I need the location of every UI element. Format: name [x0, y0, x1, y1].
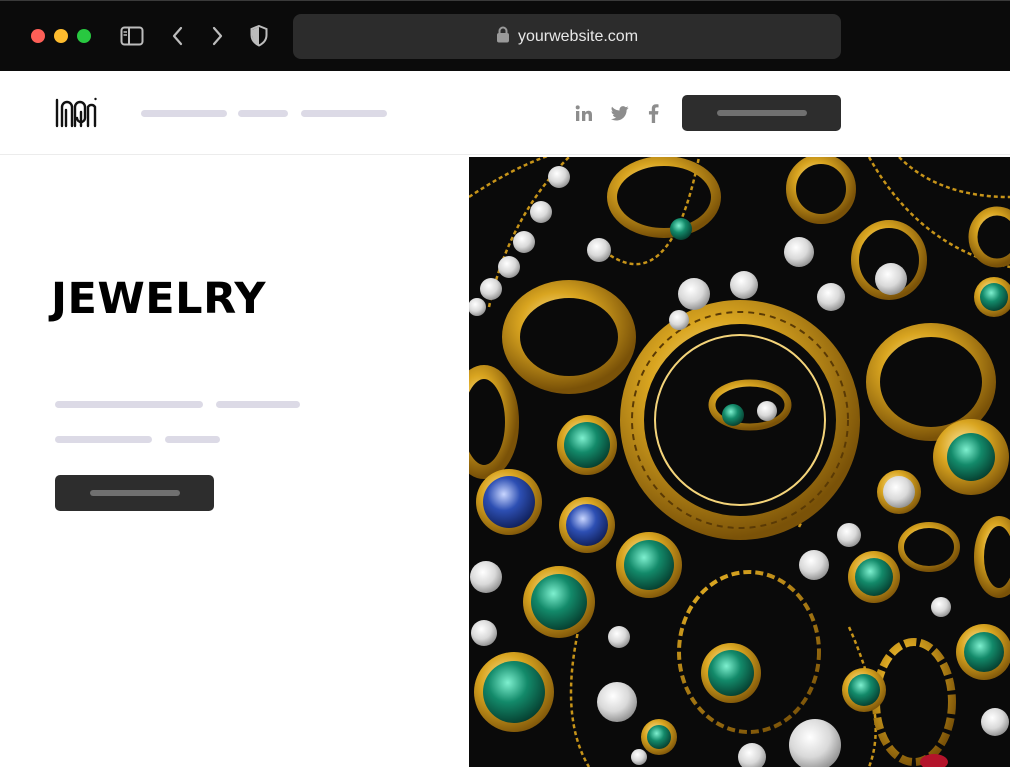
- text-line-placeholder: [216, 401, 300, 408]
- browser-toolbar: yourwebsite.com: [0, 0, 1010, 71]
- site-header: [0, 71, 1010, 155]
- maximize-window-button[interactable]: [77, 29, 91, 43]
- shield-icon[interactable]: [246, 24, 272, 48]
- linkedin-icon[interactable]: [573, 101, 595, 125]
- close-window-button[interactable]: [31, 29, 45, 43]
- logo[interactable]: [54, 96, 97, 135]
- text-line-placeholder: [55, 436, 152, 443]
- url-text: yourwebsite.com: [517, 27, 639, 45]
- minimize-window-button[interactable]: [54, 29, 68, 43]
- button-label-placeholder: [716, 110, 807, 116]
- forward-icon[interactable]: [204, 24, 230, 48]
- nav-item-2[interactable]: [238, 110, 288, 117]
- jewelry-collection-photo: [469, 157, 1010, 767]
- nav-item-3[interactable]: [301, 110, 387, 117]
- nav-item-1[interactable]: [141, 110, 227, 117]
- text-line-placeholder: [165, 436, 220, 443]
- hero-cta-button[interactable]: [55, 475, 214, 511]
- lock-icon: [496, 26, 510, 48]
- address-bar[interactable]: yourwebsite.com: [293, 14, 841, 59]
- button-label-placeholder: [89, 490, 180, 496]
- sidebar-icon[interactable]: [119, 24, 145, 48]
- hero-title: JEWELRY: [51, 274, 266, 324]
- twitter-icon[interactable]: [609, 101, 631, 125]
- back-icon[interactable]: [165, 24, 191, 48]
- text-line-placeholder: [55, 401, 203, 408]
- header-cta-button[interactable]: [682, 95, 841, 131]
- facebook-icon[interactable]: [644, 101, 662, 125]
